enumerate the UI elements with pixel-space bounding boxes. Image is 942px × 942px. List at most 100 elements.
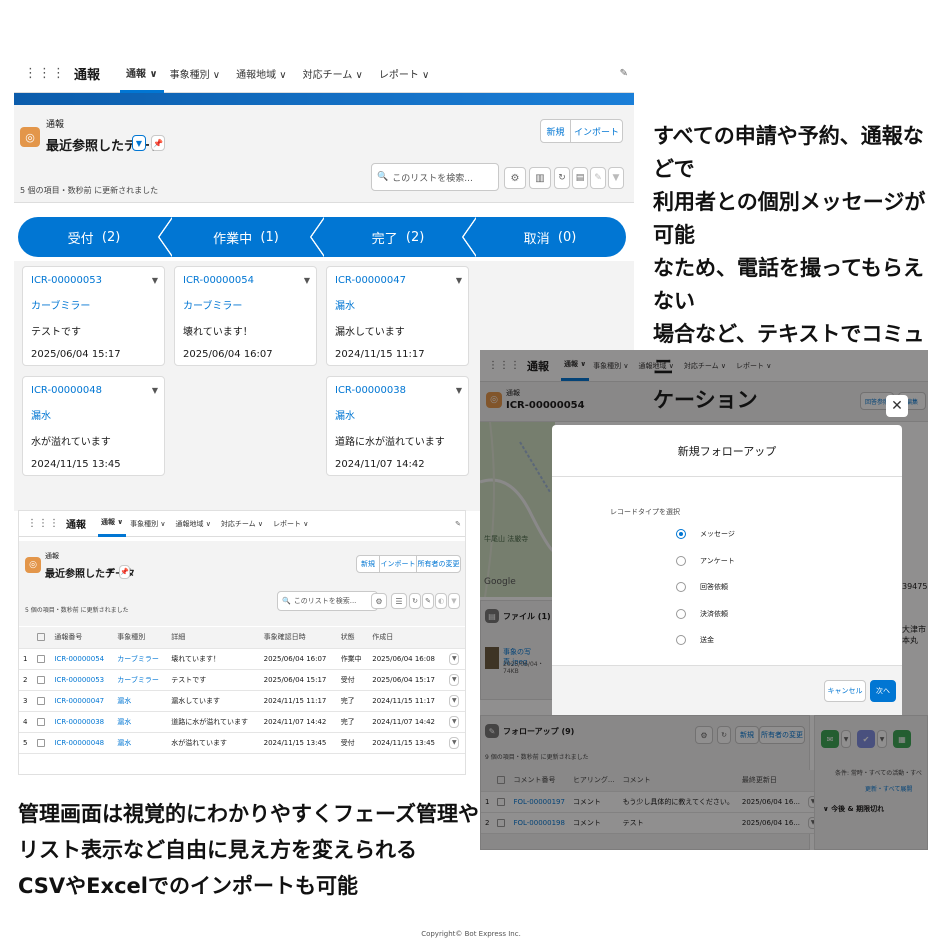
- column-header[interactable]: 事象種別: [113, 627, 168, 649]
- copyright: Copyright© Bot Express Inc.: [421, 930, 521, 938]
- table-row[interactable]: 2 ICR-00000053 カーブミラー テストです 2025/06/04 15:…: [19, 669, 465, 691]
- card-menu-icon[interactable]: ▼: [152, 276, 158, 285]
- record-type-options: メッセージ アンケート 回答依頼 決済依頼 送金: [676, 521, 735, 654]
- radio-icon[interactable]: [676, 582, 686, 592]
- tab-region[interactable]: 通報地域 ∨: [236, 66, 287, 81]
- row-checkbox[interactable]: [37, 738, 45, 747]
- new-button[interactable]: 新規: [356, 555, 380, 573]
- cancel-button[interactable]: キャンセル: [824, 680, 866, 702]
- stage-received[interactable]: 受付 (2): [18, 217, 172, 257]
- chart-icon[interactable]: ◐: [435, 593, 447, 609]
- app-launcher-icon[interactable]: ⋮⋮⋮: [24, 66, 66, 81]
- search-placeholder: このリストを検索...: [293, 597, 357, 605]
- bottom-caption: 管理画面は視覚的にわかりやすくフェーズ管理や リスト表示など自由に見え方を変えら…: [18, 802, 479, 898]
- edit-nav-icon[interactable]: ✎: [620, 68, 628, 79]
- card-menu-icon[interactable]: ▼: [304, 276, 310, 285]
- kanban-card[interactable]: ▼ ICR-00000048 漏水 水が溢れています 2024/11/15 13…: [22, 376, 165, 476]
- row-menu-icon[interactable]: ▼: [449, 673, 460, 686]
- settings-gear-icon[interactable]: ⚙: [504, 167, 526, 189]
- object-label: 通報: [46, 120, 65, 130]
- edit-filter-icon[interactable]: ✎: [590, 167, 606, 189]
- row-checkbox[interactable]: [37, 654, 45, 663]
- filter-icon[interactable]: ▼: [608, 167, 624, 189]
- kanban-card[interactable]: ▼ ICR-00000053 カーブミラー テストです 2025/06/04 1…: [22, 266, 165, 366]
- table-row[interactable]: 1 ICR-00000054 カーブミラー 壊れています！ 2025/06/04 1…: [19, 648, 465, 670]
- chart-icon[interactable]: ▤: [572, 167, 588, 189]
- settings-gear-icon[interactable]: ⚙: [371, 593, 387, 609]
- import-button[interactable]: インポート: [570, 119, 623, 143]
- refresh-icon[interactable]: ↻: [409, 593, 421, 609]
- column-header[interactable]: 作成日: [368, 627, 446, 649]
- table-row[interactable]: 5 ICR-00000048 漏水 水が溢れています 2024/11/15 13:4…: [19, 732, 465, 754]
- new-button[interactable]: 新規: [540, 119, 571, 143]
- row-checkbox[interactable]: [37, 717, 45, 726]
- card-menu-icon[interactable]: ▼: [152, 386, 158, 395]
- stage-completed[interactable]: 完了 (2): [322, 217, 476, 257]
- select-all-checkbox[interactable]: [33, 627, 51, 649]
- option-survey[interactable]: アンケート: [676, 548, 735, 575]
- list-view-dropdown-icon[interactable]: ▼: [108, 567, 113, 575]
- app-launcher-icon[interactable]: ⋮⋮⋮: [27, 518, 60, 529]
- screen-record: ⋮⋮⋮ 通報 通報 ∨ 事象種別 ∨ 通報地域 ∨ 対応チーム ∨ レポート ∨…: [480, 350, 928, 850]
- filter-icon[interactable]: ▼: [448, 593, 460, 609]
- display-as-icon[interactable]: ☰: [391, 593, 407, 609]
- row-checkbox[interactable]: [37, 696, 45, 705]
- row-menu-icon[interactable]: ▼: [449, 736, 460, 749]
- import-button[interactable]: インポート: [379, 555, 417, 573]
- kanban-card[interactable]: ▼ ICR-00000047 漏水 漏水しています 2024/11/15 11:…: [326, 266, 469, 366]
- card-menu-icon[interactable]: ▼: [456, 386, 462, 395]
- tab-region[interactable]: 通報地域 ∨: [175, 519, 210, 529]
- column-header[interactable]: 事象確認日時: [259, 627, 337, 649]
- tab-report[interactable]: 通報 ∨: [120, 55, 164, 93]
- next-button[interactable]: 次へ: [870, 680, 896, 702]
- list-status-text: 5 個の項目・数秒前 に更新されました: [25, 607, 129, 614]
- radio-icon[interactable]: [676, 608, 686, 619]
- tab-event-type[interactable]: 事象種別 ∨: [130, 519, 165, 529]
- stage-in-progress[interactable]: 作業中 (1): [170, 217, 324, 257]
- radio-icon[interactable]: [676, 635, 686, 645]
- stage-cancelled[interactable]: 取消 (0): [474, 217, 626, 257]
- edit-nav-icon[interactable]: ✎: [455, 520, 461, 528]
- modal-footer: キャンセル 次へ: [552, 665, 902, 715]
- object-label: 通報: [45, 552, 59, 560]
- row-menu-icon[interactable]: ▼: [449, 694, 460, 707]
- record-type-label: レコードタイプを選択: [610, 508, 680, 516]
- search-input[interactable]: 🔍 このリストを検索...: [277, 591, 378, 611]
- table-row[interactable]: 3 ICR-00000047 漏水 漏水しています 2024/11/15 11:17…: [19, 690, 465, 712]
- option-remittance[interactable]: 送金: [676, 627, 735, 654]
- refresh-icon[interactable]: ↻: [554, 167, 570, 189]
- card-menu-icon[interactable]: ▼: [456, 276, 462, 285]
- kanban-card[interactable]: ▼ ICR-00000054 カーブミラー 壊れています！ 2025/06/04…: [174, 266, 317, 366]
- tab-report[interactable]: 通報 ∨: [98, 510, 127, 537]
- option-answer-request[interactable]: 回答依頼: [676, 574, 735, 601]
- list-view-dropdown-icon[interactable]: ▼: [132, 135, 146, 151]
- tab-reports[interactable]: レポート ∨: [379, 66, 430, 81]
- pin-icon[interactable]: 📌: [119, 565, 130, 579]
- pin-icon[interactable]: 📌: [151, 135, 165, 151]
- radio-icon[interactable]: [676, 555, 686, 566]
- display-as-icon[interactable]: ▥: [529, 167, 551, 189]
- edit-filter-icon[interactable]: ✎: [422, 593, 434, 609]
- column-header[interactable]: 詳細: [167, 627, 260, 649]
- screen-table: ⋮⋮⋮ 通報 通報 ∨ 事象種別 ∨ 通報地域 ∨ 対応チーム ∨ レポート ∨…: [18, 510, 466, 775]
- column-header[interactable]: 通報番号: [50, 627, 114, 649]
- tab-team[interactable]: 対応チーム ∨: [221, 519, 263, 529]
- tab-reports[interactable]: レポート ∨: [273, 519, 308, 529]
- kanban-card[interactable]: ▼ ICR-00000038 漏水 道路に水が溢れています 2024/11/07…: [326, 376, 469, 476]
- option-payment-request[interactable]: 決済依頼: [676, 601, 735, 628]
- change-owner-button[interactable]: 所有者の変更: [416, 555, 461, 573]
- option-message[interactable]: メッセージ: [676, 521, 735, 548]
- right-caption: すべての申請や予約、通報などで 利用者との個別メッセージが可能 なため、電話を撮…: [653, 124, 926, 412]
- row-menu-icon[interactable]: ▼: [449, 652, 460, 665]
- row-checkbox[interactable]: [37, 675, 45, 684]
- row-menu-icon[interactable]: ▼: [449, 715, 460, 728]
- table-row[interactable]: 4 ICR-00000038 漏水 道路に水が溢れています 2024/11/07 1…: [19, 711, 465, 733]
- tab-team[interactable]: 対応チーム ∨: [303, 66, 363, 81]
- tab-event-type[interactable]: 事象種別 ∨: [170, 66, 221, 81]
- search-icon: 🔍: [282, 597, 291, 605]
- column-header[interactable]: 状態: [336, 627, 369, 649]
- radio-selected-icon[interactable]: [676, 529, 686, 539]
- new-followup-modal: ✕ 新規フォローアップ レコードタイプを選択 メッセージ アンケート 回答依頼 …: [552, 395, 908, 715]
- search-input[interactable]: 🔍 このリストを検索...: [371, 163, 499, 191]
- search-icon: 🔍: [377, 172, 389, 182]
